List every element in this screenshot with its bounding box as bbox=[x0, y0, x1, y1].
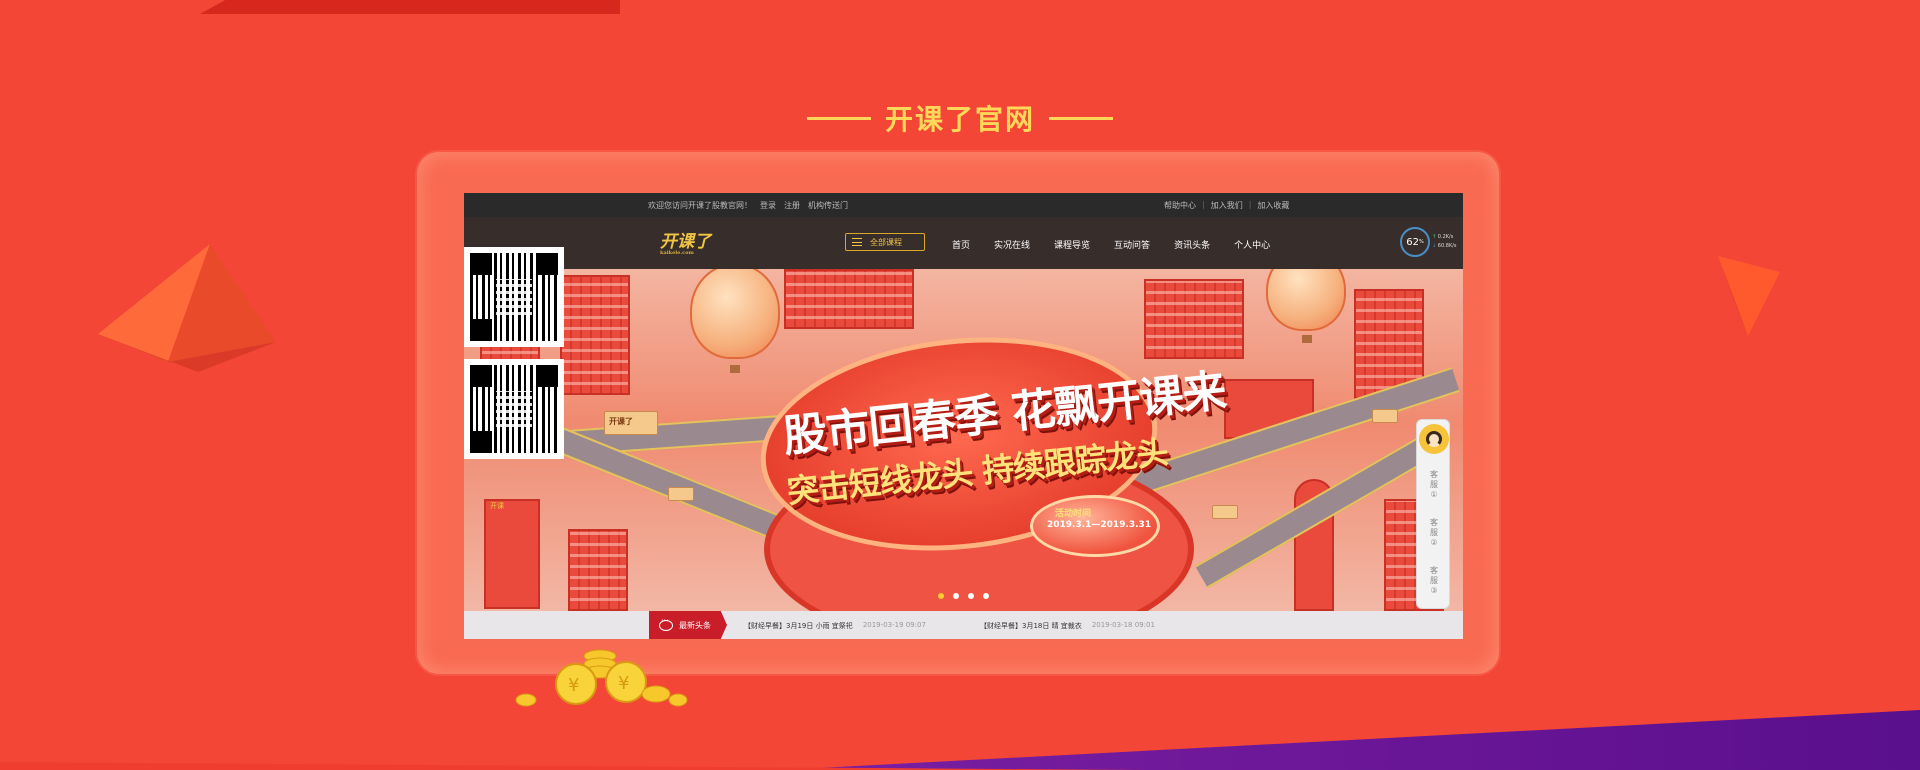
carousel-dot[interactable] bbox=[953, 593, 959, 599]
car-logo: 开课了 bbox=[609, 417, 633, 426]
news-title: 【财经早餐】3月18日 晴 宜裁衣 bbox=[980, 622, 1082, 630]
speed-value: 62 bbox=[1406, 236, 1419, 248]
site-navbar: 开课了 kaikele.com 全部课程 首页 实况在线 课程导览 互动问答 资… bbox=[464, 217, 1463, 269]
nav-qa[interactable]: 互动问答 bbox=[1114, 238, 1150, 251]
speed-unit: % bbox=[1418, 239, 1424, 245]
menu-icon bbox=[852, 238, 862, 246]
qr-code bbox=[464, 359, 564, 459]
balloon-basket bbox=[730, 365, 740, 373]
separator: | bbox=[1248, 200, 1252, 209]
news-tag-label: 最新头条 bbox=[679, 620, 711, 630]
help-link[interactable]: 帮助中心 bbox=[1164, 200, 1196, 211]
customer-service-1[interactable]: 客服① bbox=[1427, 470, 1441, 500]
qr-pattern bbox=[470, 365, 558, 453]
site-topbar: 欢迎您访问开课了股教官网！ 登录 注册 机构传送门 帮助中心 | 加入我们 | … bbox=[464, 193, 1463, 217]
separator: | bbox=[1202, 200, 1205, 209]
news-title: 【财经早餐】3月19日 小雨 宜祭祀 bbox=[744, 622, 853, 630]
blimp-label: 活动时间 bbox=[1055, 509, 1092, 519]
top-decor-band bbox=[200, 0, 620, 14]
login-link[interactable]: 登录 bbox=[760, 200, 776, 211]
carousel-dot[interactable] bbox=[983, 593, 989, 599]
hero-banner[interactable]: 开课了 股市回春季 花飘开课来 突击短线龙头 持续跟踪龙头 活动时间 2019.… bbox=[464, 269, 1463, 611]
title-line-left bbox=[806, 116, 871, 120]
blimp-date: 2019.3.1—2019.3.31 bbox=[1047, 520, 1152, 530]
topbar-right: 帮助中心 | 加入我们 | 加入收藏 bbox=[1164, 200, 1289, 211]
customer-service-3[interactable]: 客服③ bbox=[1427, 566, 1441, 596]
building bbox=[484, 499, 540, 609]
customer-service-avatar-icon[interactable] bbox=[1419, 424, 1449, 454]
building bbox=[1144, 279, 1244, 359]
bottom-purple-decor bbox=[780, 710, 1920, 770]
speed-gauge: 62% bbox=[1400, 227, 1430, 257]
section-title-text: 开课了官网 bbox=[884, 103, 1035, 136]
news-tag: 最新头条 bbox=[649, 611, 727, 639]
hot-air-balloon bbox=[1266, 269, 1346, 331]
portal-link[interactable]: 机构传送门 bbox=[808, 200, 848, 211]
site-logo[interactable]: 开课了 kaikele.com bbox=[660, 227, 730, 257]
nav-profile[interactable]: 个人中心 bbox=[1234, 238, 1270, 251]
building bbox=[568, 529, 628, 611]
logo-text: 开课了 bbox=[660, 232, 711, 252]
pyramid-right-icon bbox=[1718, 256, 1780, 336]
nav-live[interactable]: 实况在线 bbox=[994, 238, 1030, 251]
chat-icon bbox=[659, 616, 673, 631]
building bbox=[560, 275, 630, 395]
topbar-left: 欢迎您访问开课了股教官网！ 登录 注册 机构传送门 bbox=[648, 200, 848, 211]
register-link[interactable]: 注册 bbox=[784, 200, 800, 211]
nav-home[interactable]: 首页 bbox=[952, 238, 970, 251]
news-item[interactable]: 【财经早餐】3月18日 晴 宜裁衣 2019-03-18 09:01 bbox=[980, 621, 1155, 631]
car bbox=[1372, 409, 1398, 423]
svg-text:¥: ¥ bbox=[568, 675, 579, 696]
pyramid-left-icon bbox=[98, 244, 276, 372]
news-item[interactable]: 【财经早餐】3月19日 小雨 宜祭祀 2019-03-19 09:07 bbox=[744, 621, 926, 631]
carousel-dot[interactable] bbox=[968, 593, 974, 599]
car bbox=[1212, 505, 1238, 519]
news-ticker: 最新头条 【财经早餐】3月19日 小雨 宜祭祀 2019-03-19 09:07… bbox=[464, 611, 1463, 639]
speed-readout: ↑ 0.2K/s ↓ 60.8K/s bbox=[1432, 234, 1457, 249]
join-link[interactable]: 加入我们 bbox=[1211, 200, 1243, 211]
main-nav: 首页 实况在线 课程导览 互动问答 资讯头条 个人中心 bbox=[952, 238, 1270, 251]
car bbox=[668, 487, 694, 501]
balloon-basket bbox=[1302, 335, 1312, 343]
svg-text:¥: ¥ bbox=[618, 673, 629, 694]
customer-service-2[interactable]: 客服② bbox=[1427, 518, 1441, 548]
welcome-text: 欢迎您访问开课了股教官网！ bbox=[648, 201, 752, 210]
nav-courses[interactable]: 课程导览 bbox=[1054, 238, 1090, 251]
website-preview: 欢迎您访问开课了股教官网！ 登录 注册 机构传送门 帮助中心 | 加入我们 | … bbox=[464, 193, 1463, 639]
coins-icon: ¥ ¥ bbox=[515, 649, 688, 707]
favorite-link[interactable]: 加入收藏 bbox=[1257, 200, 1289, 211]
qr-code bbox=[464, 247, 564, 347]
news-date: 2019-03-18 09:01 bbox=[1091, 621, 1155, 629]
news-date: 2019-03-19 09:07 bbox=[862, 621, 926, 629]
section-title: 开课了官网 bbox=[0, 98, 1920, 138]
building bbox=[784, 269, 914, 329]
avatar-face bbox=[1426, 431, 1442, 447]
all-courses-button[interactable]: 全部课程 bbox=[845, 233, 925, 251]
title-line-right bbox=[1049, 116, 1113, 120]
qr-pattern bbox=[470, 253, 558, 341]
nav-news[interactable]: 资讯头条 bbox=[1174, 238, 1210, 251]
hot-air-balloon bbox=[690, 269, 780, 359]
carousel-dot[interactable] bbox=[938, 593, 944, 599]
qr-label: 开课 bbox=[490, 502, 504, 510]
car: 开课了 bbox=[604, 411, 658, 435]
upload-speed: 0.2 bbox=[1437, 234, 1446, 240]
all-courses-label: 全部课程 bbox=[870, 237, 902, 247]
carousel-dots bbox=[938, 593, 989, 599]
blimp: 活动时间 2019.3.1—2019.3.31 bbox=[1030, 495, 1160, 557]
customer-service-sidebar: 客服① 客服② 客服③ bbox=[1416, 419, 1450, 609]
download-speed: 60.8 bbox=[1437, 243, 1449, 249]
